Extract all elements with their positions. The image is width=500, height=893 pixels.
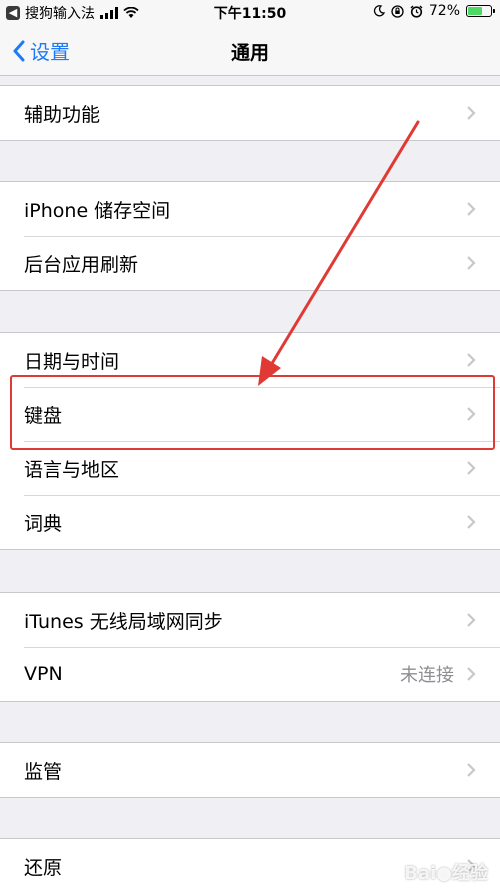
annotation-arrow	[258, 120, 420, 386]
watermark-logo: Bai●经验	[404, 863, 488, 884]
